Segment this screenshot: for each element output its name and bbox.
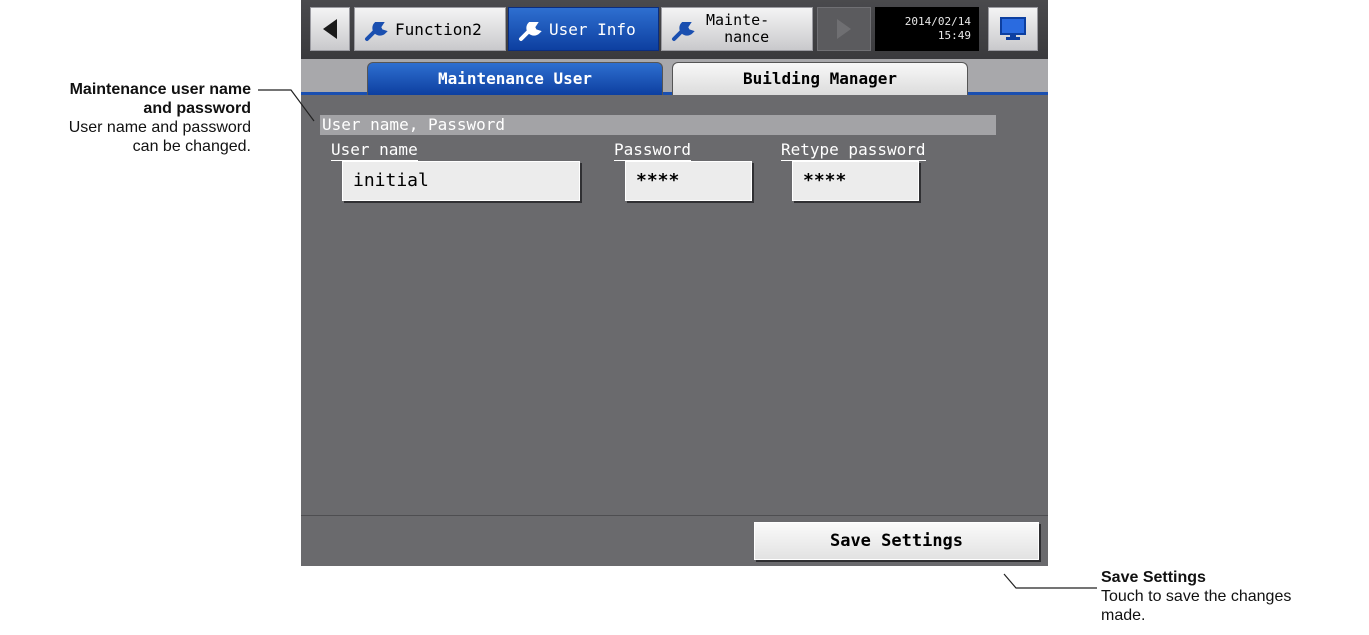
arrow-left-icon: [323, 19, 337, 39]
password-field[interactable]: ****: [625, 161, 752, 201]
password-label: Password: [614, 140, 692, 161]
tab-function2-label: Function2: [395, 20, 482, 39]
callout-save-title: Save Settings: [1101, 569, 1206, 586]
tab-maintenance-label-line1: Mainte-: [706, 11, 770, 29]
date-text: 2014/02/14: [904, 15, 971, 28]
prev-page-button[interactable]: [310, 7, 350, 51]
tab-maintenance[interactable]: Mainte- nance: [661, 7, 813, 51]
monitor-icon: [1000, 17, 1026, 40]
next-page-button[interactable]: [817, 7, 871, 51]
tab-user-info-label: User Info: [549, 20, 636, 39]
retype-password-label: Retype password: [781, 140, 926, 161]
username-field[interactable]: initial: [342, 161, 580, 201]
wrench-icon: [365, 22, 388, 41]
callout-save-desc-line1: Touch to save the changes: [1101, 588, 1292, 605]
tab-building-manager[interactable]: Building Manager: [672, 62, 968, 95]
username-label: User name: [331, 140, 418, 161]
tab-maintenance-label-line2: nance: [724, 28, 770, 46]
callout-desc-line1: User name and password: [68, 119, 251, 136]
callout-save-settings: Save Settings Touch to save the changes …: [1101, 568, 1361, 625]
callout-maintenance-user: Maintenance user name and password User …: [0, 80, 251, 156]
save-settings-button[interactable]: Save Settings: [754, 522, 1039, 560]
monitor-button[interactable]: [988, 7, 1038, 51]
tab-maintenance-user[interactable]: Maintenance User: [367, 62, 663, 95]
tab-function2[interactable]: Function2: [354, 7, 506, 51]
wrench-icon: [519, 22, 542, 41]
bottom-bar: Save Settings: [301, 515, 1048, 566]
subtab-bar: Maintenance User Building Manager: [301, 59, 1048, 95]
callout-title-line2: and password: [143, 100, 251, 117]
top-menu-bar: Function2 User Info Mainte- nance 2014/0…: [301, 0, 1048, 59]
section-header: User name, Password: [320, 115, 996, 135]
leader-line-right: [1003, 573, 1097, 589]
clock-display: 2014/02/14 15:49: [875, 7, 979, 51]
arrow-right-icon: [837, 19, 851, 39]
retype-password-field[interactable]: ****: [792, 161, 919, 201]
wrench-icon: [672, 22, 695, 41]
time-text: 15:49: [937, 29, 971, 42]
callout-save-desc-line2: made.: [1101, 607, 1146, 624]
callout-title-line1: Maintenance user name: [69, 81, 251, 98]
tab-user-info[interactable]: User Info: [508, 7, 659, 51]
controller-screen: Function2 User Info Mainte- nance 2014/0…: [301, 0, 1048, 566]
callout-desc-line2: can be changed.: [132, 138, 251, 155]
tab-maintenance-label: Mainte- nance: [706, 12, 769, 46]
